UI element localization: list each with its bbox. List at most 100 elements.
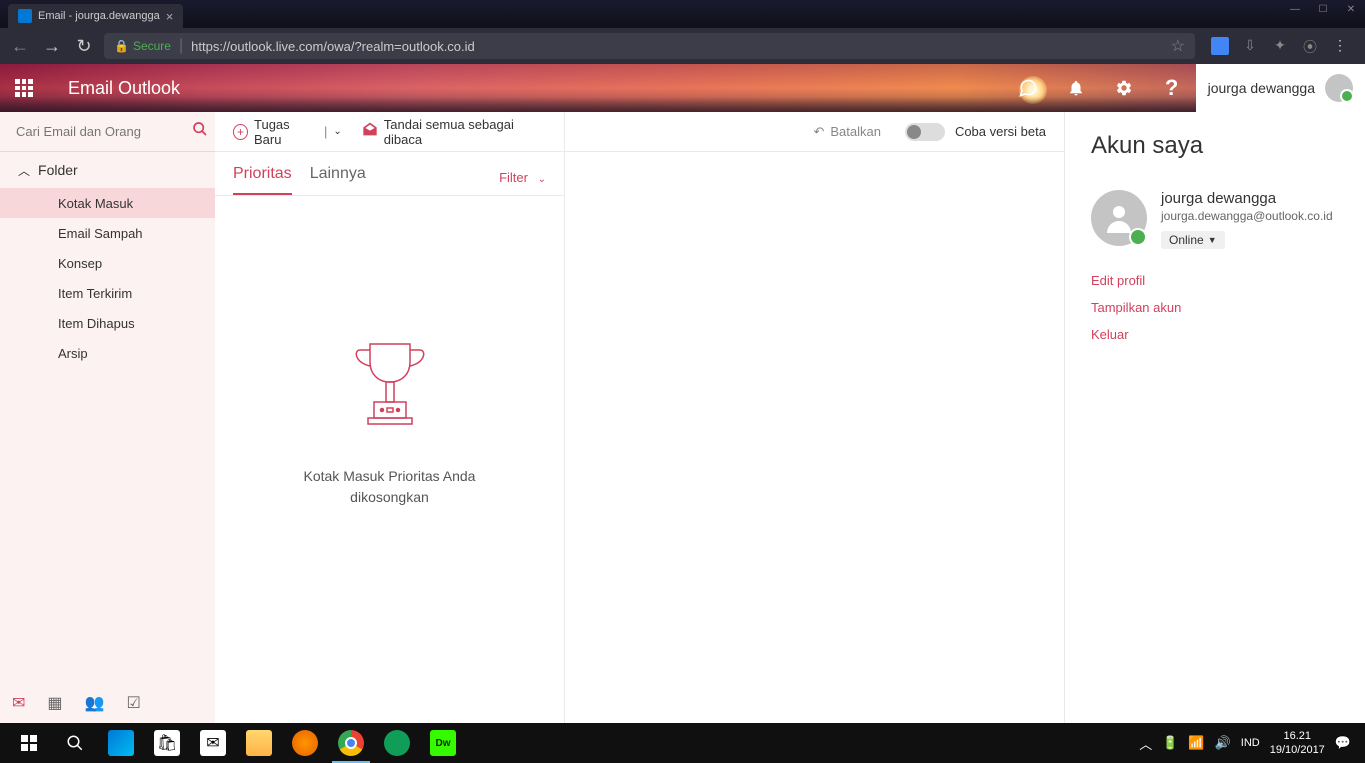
windows-taskbar: 🛍 ✉ Dw ︿ 🔋 📶 🔊 IND 16.21 19/10/2017 💬: [0, 723, 1365, 763]
start-button[interactable]: [6, 723, 52, 763]
window-maximize-icon[interactable]: ☐: [1309, 0, 1337, 20]
calendar-icon[interactable]: ▦: [47, 693, 62, 713]
tray-wifi-icon[interactable]: 📶: [1188, 735, 1204, 751]
tab-close-icon[interactable]: ×: [166, 9, 174, 24]
help-icon[interactable]: ?: [1148, 64, 1196, 112]
favicon-outlook-icon: [18, 9, 32, 23]
logout-link[interactable]: Keluar: [1091, 327, 1339, 342]
folder-header[interactable]: ︿ Folder: [0, 152, 215, 188]
tray-clock[interactable]: 16.21 19/10/2017: [1270, 729, 1325, 758]
chevron-up-icon: ︿: [18, 162, 30, 179]
user-badge[interactable]: jourga dewangga: [1196, 64, 1365, 112]
taskbar-mail[interactable]: ✉: [190, 723, 236, 763]
undo-button[interactable]: ↶ Batalkan: [813, 124, 881, 140]
browser-titlebar: Email - jourga.dewangga × — ☐ ✕: [0, 0, 1365, 28]
chevron-down-icon[interactable]: ⌄: [333, 126, 341, 137]
beta-toggle[interactable]: Coba versi beta: [905, 123, 1046, 141]
status-selector[interactable]: Online ▼: [1161, 231, 1225, 249]
app-title: Email Outlook: [48, 78, 180, 99]
folder-inbox[interactable]: Kotak Masuk: [0, 188, 215, 218]
taskbar-firefox[interactable]: [282, 723, 328, 763]
user-avatar-icon: [1325, 74, 1353, 102]
chevron-down-icon: ▼: [1208, 235, 1217, 245]
profile-avatar-icon: [1091, 190, 1147, 246]
tray-language[interactable]: IND: [1241, 737, 1260, 749]
skype-icon[interactable]: [1004, 64, 1052, 112]
window-close-icon[interactable]: ✕: [1337, 0, 1365, 20]
chevron-down-icon: ⌄: [538, 174, 546, 185]
panel-title: Akun saya: [1091, 132, 1339, 160]
browser-tab[interactable]: Email - jourga.dewangga ×: [8, 4, 183, 28]
extension-icon[interactable]: ⇩: [1241, 37, 1259, 55]
window-minimize-icon[interactable]: —: [1281, 0, 1309, 20]
edit-profile-link[interactable]: Edit profil: [1091, 273, 1339, 288]
taskbar-edge[interactable]: [98, 723, 144, 763]
user-name: jourga dewangga: [1208, 80, 1315, 96]
app-launcher-button[interactable]: [0, 64, 48, 112]
tray-battery-icon[interactable]: 🔋: [1162, 735, 1178, 751]
settings-icon[interactable]: [1100, 64, 1148, 112]
tray-chevron-icon[interactable]: ︿: [1139, 734, 1152, 753]
extension-icon[interactable]: ✦: [1271, 37, 1289, 55]
folder-deleted[interactable]: Item Dihapus: [0, 308, 215, 338]
extension-icon[interactable]: ⦿: [1301, 37, 1319, 55]
empty-line1: Kotak Masuk Prioritas Anda: [304, 466, 476, 487]
account-panel: Akun saya jourga dewangga jourga.dewangg…: [1065, 112, 1365, 723]
show-account-link[interactable]: Tampilkan akun: [1091, 300, 1339, 315]
browser-toolbar: ← → ↻ 🔒 Secure | https://outlook.live.co…: [0, 28, 1365, 64]
tasks-icon[interactable]: ☑: [126, 693, 140, 713]
mail-icon[interactable]: ✉: [12, 693, 25, 713]
mark-all-read-label: Tandai semua sebagai dibaca: [384, 117, 546, 147]
reading-command-bar: ↶ Batalkan Coba versi beta: [565, 112, 1064, 152]
empty-line2: dikosongkan: [304, 487, 476, 508]
folder-sent[interactable]: Item Terkirim: [0, 278, 215, 308]
tab-priority[interactable]: Prioritas: [233, 155, 292, 195]
reload-icon[interactable]: ↻: [72, 36, 96, 57]
bottom-nav: ✉ ▦ 👥 ☑: [0, 683, 215, 723]
folder-header-label: Folder: [38, 162, 78, 178]
profile-name: jourga dewangga: [1161, 190, 1339, 207]
taskbar-app-green[interactable]: [374, 723, 420, 763]
tray-notifications-icon[interactable]: 💬: [1335, 735, 1351, 751]
system-tray: ︿ 🔋 📶 🔊 IND 16.21 19/10/2017 💬: [1139, 729, 1359, 758]
folder-junk[interactable]: Email Sampah: [0, 218, 215, 248]
url-text: https://outlook.live.com/owa/?realm=outl…: [191, 39, 475, 54]
tab-other[interactable]: Lainnya: [310, 155, 366, 195]
search-button[interactable]: [52, 723, 98, 763]
filter-button[interactable]: Filter ⌄: [499, 170, 546, 195]
beta-label: Coba versi beta: [955, 124, 1046, 139]
reading-pane: ↶ Batalkan Coba versi beta: [565, 112, 1065, 723]
new-task-button[interactable]: + Tugas Baru | ⌄: [233, 117, 342, 147]
toggle-switch-icon[interactable]: [905, 123, 945, 141]
taskbar-store[interactable]: 🛍: [144, 723, 190, 763]
search-icon[interactable]: [192, 121, 208, 142]
mark-all-read-button[interactable]: Tandai semua sebagai dibaca: [362, 117, 546, 147]
menu-icon[interactable]: ⋮: [1331, 37, 1349, 55]
taskbar-dreamweaver[interactable]: Dw: [420, 723, 466, 763]
profile-email: jourga.dewangga@outlook.co.id: [1161, 209, 1339, 223]
undo-label: Batalkan: [830, 124, 881, 139]
tab-title: Email - jourga.dewangga: [38, 10, 160, 22]
search-input[interactable]: [16, 124, 192, 139]
star-icon[interactable]: ☆: [1171, 36, 1185, 56]
trophy-icon: [340, 332, 440, 442]
notifications-icon[interactable]: [1052, 64, 1100, 112]
address-bar[interactable]: 🔒 Secure | https://outlook.live.com/owa/…: [104, 33, 1195, 59]
extension-icon[interactable]: [1211, 37, 1229, 55]
plus-icon: +: [233, 124, 248, 140]
folder-drafts[interactable]: Konsep: [0, 248, 215, 278]
outlook-header: Email Outlook ? jourga dewangga: [0, 64, 1365, 112]
taskbar-explorer[interactable]: [236, 723, 282, 763]
inbox-tabs: Prioritas Lainnya Filter ⌄: [215, 152, 564, 196]
search-box[interactable]: [0, 112, 215, 152]
window-controls: — ☐ ✕: [1281, 0, 1365, 20]
open-mail-icon: [362, 122, 378, 141]
back-icon[interactable]: ←: [8, 36, 32, 57]
forward-icon[interactable]: →: [40, 36, 64, 57]
message-list-pane: + Tugas Baru | ⌄ Tandai semua sebagai di…: [215, 112, 565, 723]
undo-icon: ↶: [813, 124, 824, 140]
folder-archive[interactable]: Arsip: [0, 338, 215, 368]
people-icon[interactable]: 👥: [85, 693, 105, 713]
taskbar-chrome[interactable]: [328, 723, 374, 763]
tray-volume-icon[interactable]: 🔊: [1215, 735, 1231, 751]
